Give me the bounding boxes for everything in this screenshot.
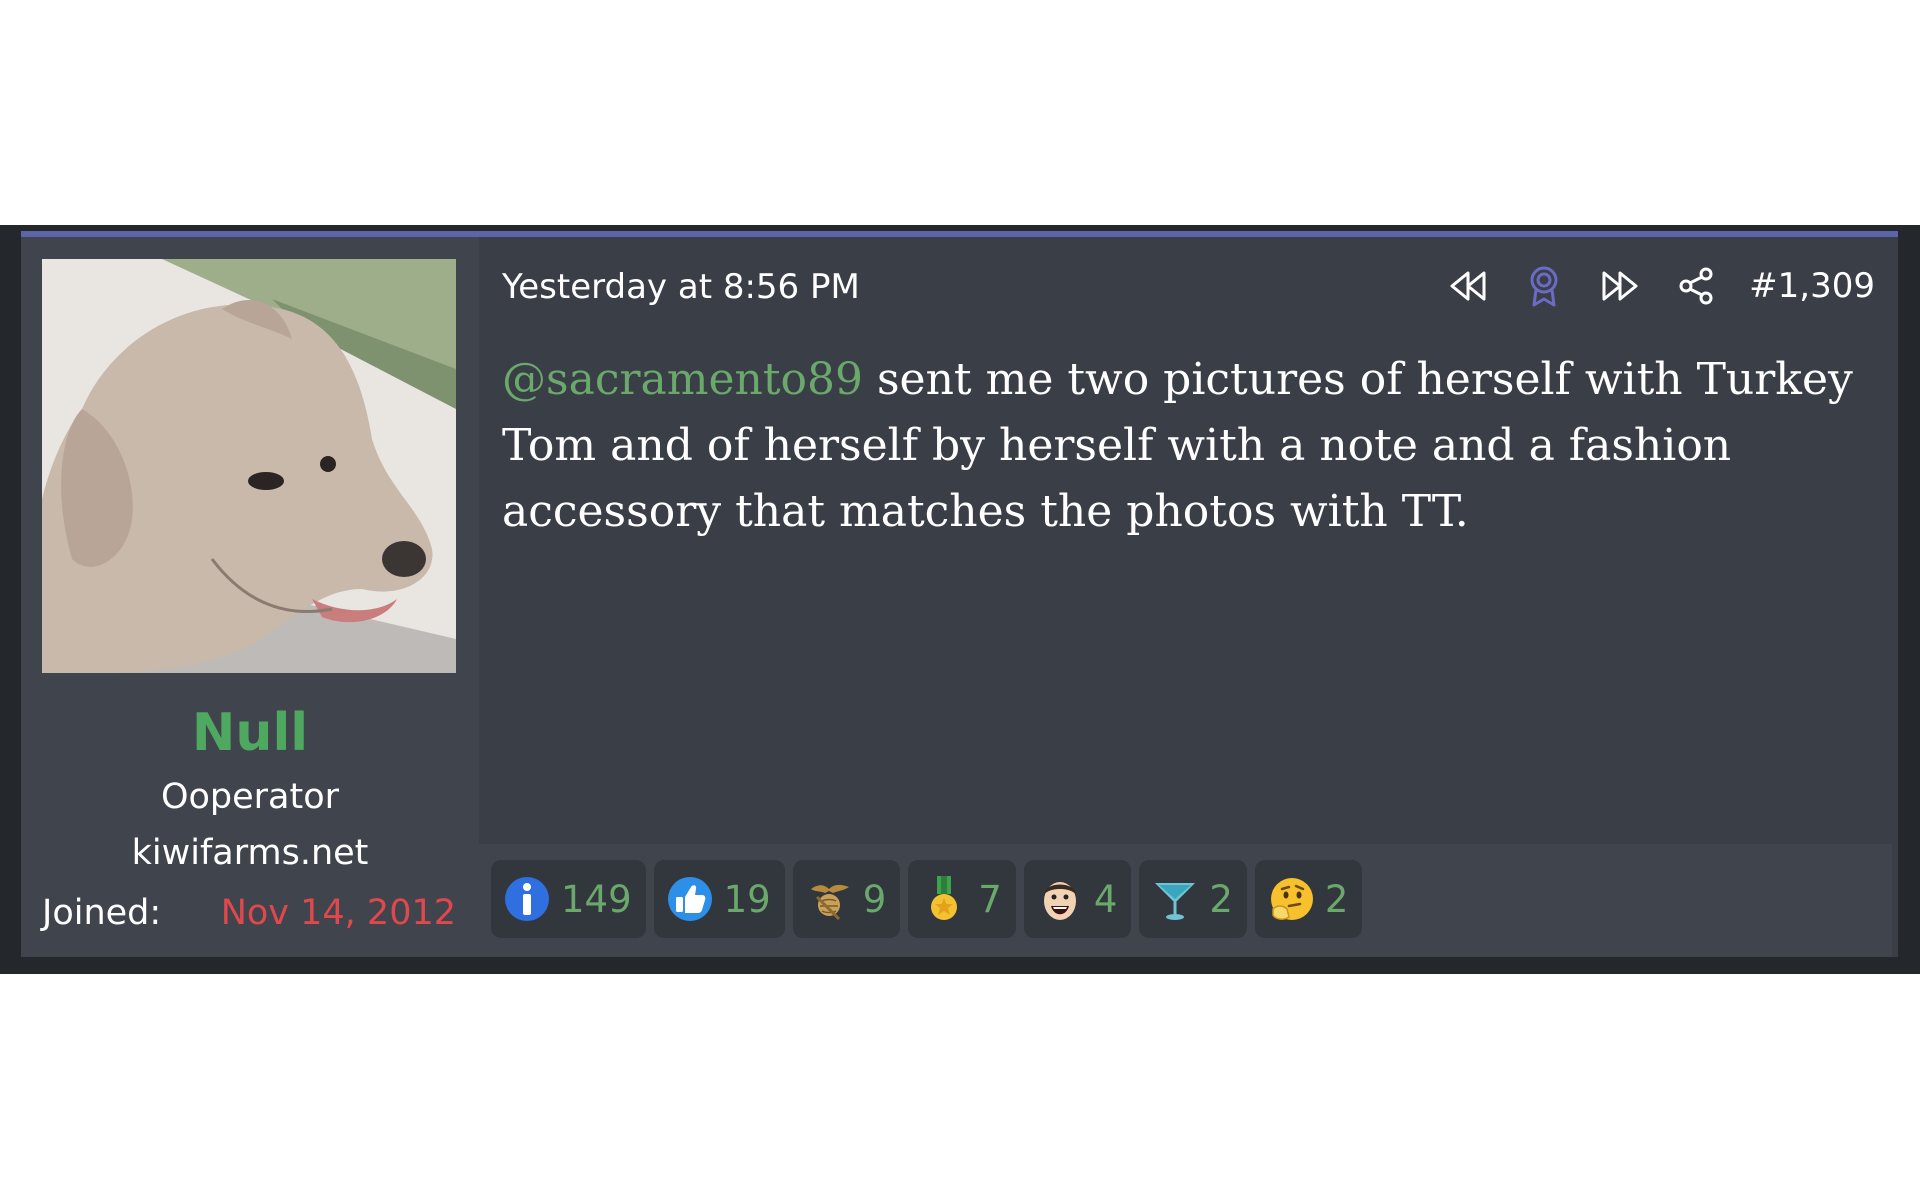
thumbs-up-icon [667,877,712,921]
username[interactable]: Null [21,703,479,763]
post-number-link[interactable]: #1,309 [1749,266,1875,306]
reaction-drink[interactable]: 2 [1139,860,1247,938]
laughing-face-icon [1043,882,1076,920]
reaction-laugh[interactable]: 4 [1023,860,1132,938]
post-header-actions: #1,309 [1417,261,1875,311]
award-icon[interactable] [1519,261,1569,311]
joined-label: Joined: [42,893,162,933]
reaction-count: 2 [1324,877,1349,921]
dog-avatar-icon[interactable] [42,259,456,673]
fast-forward-icon[interactable] [1595,261,1645,311]
post-timestamp[interactable]: Yesterday at 8:56 PM [502,267,860,307]
reaction-winner[interactable]: 7 [908,860,1016,938]
cocktail-glass-icon [1155,883,1196,920]
reactions-bar: 149 19 9 7 4 2 2 [479,844,1892,957]
post-message: @sacramento89 sent me two pictures of he… [502,347,1862,545]
user-info-panel: Null Ooperator kiwifarms.net Joined: Nov… [21,237,479,957]
thinking-face-icon [1270,878,1313,920]
rewind-icon[interactable] [1443,261,1493,311]
forum-post: Null Ooperator kiwifarms.net Joined: Nov… [21,231,1898,957]
reaction-thinking[interactable]: 2 [1254,860,1363,938]
reaction-like[interactable]: 19 [653,860,785,938]
reaction-count: 149 [561,877,632,921]
reactions-list: 149 19 9 7 4 2 2 [491,860,1363,938]
reaction-count: 9 [862,877,887,921]
user-site: kiwifarms.net [131,833,369,873]
user-title: Ooperator [160,777,340,817]
reaction-count: 2 [1209,877,1233,921]
reaction-count: 19 [723,877,771,921]
reaction-marine[interactable]: 9 [792,860,901,938]
reaction-count: 7 [978,877,1002,921]
user-mention-link[interactable]: @sacramento89 [502,354,863,405]
share-icon[interactable] [1671,261,1721,311]
eagle-globe-anchor-icon [810,884,849,921]
informative-icon [505,877,549,921]
medal-icon [931,876,958,920]
joined-date: Nov 14, 2012 [220,893,456,933]
reaction-count: 4 [1093,877,1118,921]
reaction-informative[interactable]: 149 [491,860,646,938]
